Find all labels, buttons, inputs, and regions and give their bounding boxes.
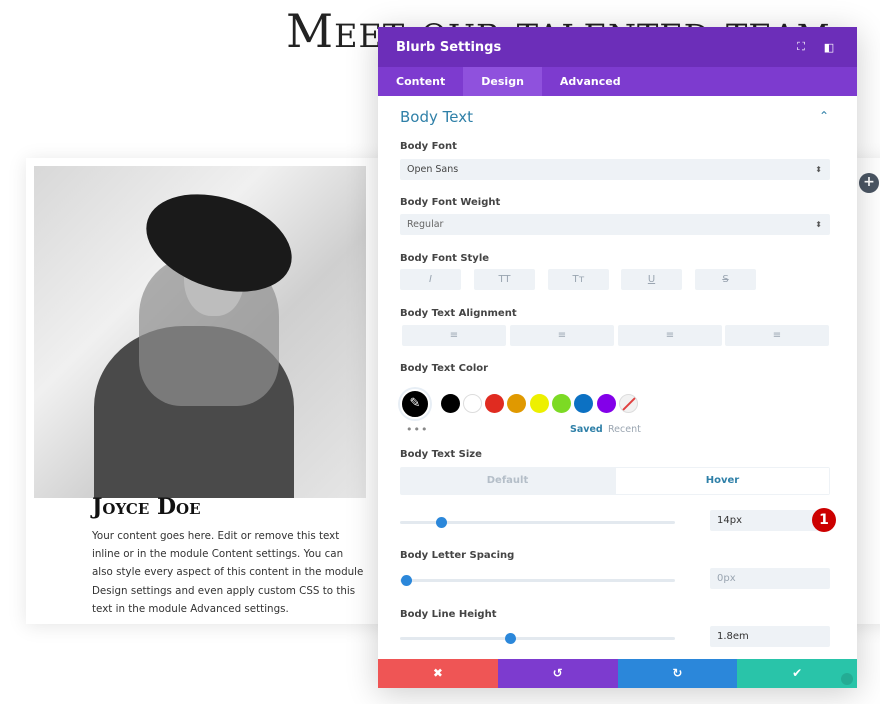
body-line-height-input[interactable]: 1.8em [710, 626, 830, 647]
slider-thumb[interactable] [436, 517, 448, 528]
step-badge: 1 [812, 508, 836, 532]
page: Meet our talented team Joyce Doe Your co… [0, 0, 880, 704]
section-title-body-text[interactable]: Body Text [400, 108, 473, 126]
member-photo [34, 166, 366, 498]
body-font-value: Open Sans [407, 164, 459, 175]
swatch-orange[interactable] [507, 394, 526, 413]
check-icon: ✔ [792, 666, 803, 680]
select-arrows-icon: ⬍ [815, 220, 822, 229]
save-button[interactable]: ✔ [737, 659, 857, 688]
body-text-size-label: Body Text Size [400, 449, 482, 460]
undo-button[interactable]: ↺ [497, 659, 618, 688]
slider-thumb[interactable] [400, 575, 412, 586]
body-text-color-label: Body Text Color [400, 363, 489, 374]
saved-colors-tab[interactable]: Saved [570, 424, 603, 435]
discard-button[interactable]: ✖ [378, 659, 498, 688]
align-right-button[interactable]: ≡ [618, 325, 722, 346]
add-module-button[interactable]: + [859, 173, 879, 193]
modal-header[interactable]: Blurb Settings ⛶ ◧ [378, 27, 857, 67]
tab-content[interactable]: Content [378, 67, 463, 96]
expand-icon[interactable]: ⛶ [791, 37, 811, 57]
chevron-up-icon[interactable]: ⌃ [819, 109, 829, 123]
align-center-button[interactable]: ≡ [510, 325, 614, 346]
recent-colors-tab[interactable]: Recent [608, 424, 641, 435]
redo-button[interactable]: ↻ [617, 659, 738, 688]
swatch-red[interactable] [485, 394, 504, 413]
modal-title: Blurb Settings [396, 39, 502, 55]
blurb-settings-modal: Blurb Settings ⛶ ◧ Content Design Advanc… [378, 27, 857, 688]
body-text-size-slider[interactable] [400, 517, 675, 528]
body-font-style-label: Body Font Style [400, 253, 490, 264]
body-text-alignment-label: Body Text Alignment [400, 308, 517, 319]
strikethrough-button[interactable]: S [695, 269, 756, 290]
body-font-select[interactable]: Open Sans ⬍ [400, 159, 830, 180]
swatch-white[interactable] [463, 394, 482, 413]
body-line-height-label: Body Line Height [400, 609, 497, 620]
member-name: Joyce Doe [92, 494, 201, 520]
body-font-weight-value: Regular [407, 219, 444, 230]
swatch-none-icon[interactable] [619, 394, 638, 413]
swatch-yellow[interactable] [530, 394, 549, 413]
settings-content: Body Text ⌃ Body Font Open Sans ⬍ Body F… [378, 96, 857, 659]
sidebar-toggle-icon[interactable]: ◧ [819, 37, 839, 57]
italic-button[interactable]: I [400, 269, 461, 290]
small-caps-button[interactable]: Tт [548, 269, 609, 290]
swatch-black[interactable] [441, 394, 460, 413]
swatch-purple[interactable] [597, 394, 616, 413]
modal-footer: ✖ ↺ ↻ ✔ [378, 659, 857, 688]
tab-design[interactable]: Design [463, 67, 542, 96]
resize-handle[interactable] [841, 673, 853, 685]
default-state-tab[interactable]: Default [400, 467, 615, 495]
select-arrows-icon: ⬍ [815, 165, 822, 174]
slider-thumb[interactable] [505, 633, 516, 644]
more-colors-icon[interactable]: ••• [406, 423, 428, 436]
member-bio: Your content goes here. Edit or remove t… [92, 530, 364, 615]
body-letter-spacing-slider[interactable] [400, 575, 675, 586]
body-letter-spacing-label: Body Letter Spacing [400, 550, 515, 561]
state-toggle: Default Hover [400, 467, 830, 495]
swatch-green[interactable] [552, 394, 571, 413]
body-font-weight-select[interactable]: Regular ⬍ [400, 214, 830, 235]
hover-state-tab[interactable]: Hover [616, 468, 829, 494]
underline-button[interactable]: U [621, 269, 682, 290]
settings-tabs: Content Design Advanced [378, 67, 857, 96]
body-line-height-slider[interactable] [400, 633, 675, 644]
uppercase-button[interactable]: TT [474, 269, 535, 290]
align-justify-button[interactable]: ≡ [725, 325, 829, 346]
body-letter-spacing-input[interactable]: 0px [710, 568, 830, 589]
tab-advanced[interactable]: Advanced [542, 67, 639, 96]
eyedropper-icon[interactable]: ✎ [400, 389, 430, 419]
swatch-blue[interactable] [574, 394, 593, 413]
body-font-label: Body Font [400, 141, 457, 152]
body-font-weight-label: Body Font Weight [400, 197, 501, 208]
align-left-button[interactable]: ≡ [402, 325, 506, 346]
